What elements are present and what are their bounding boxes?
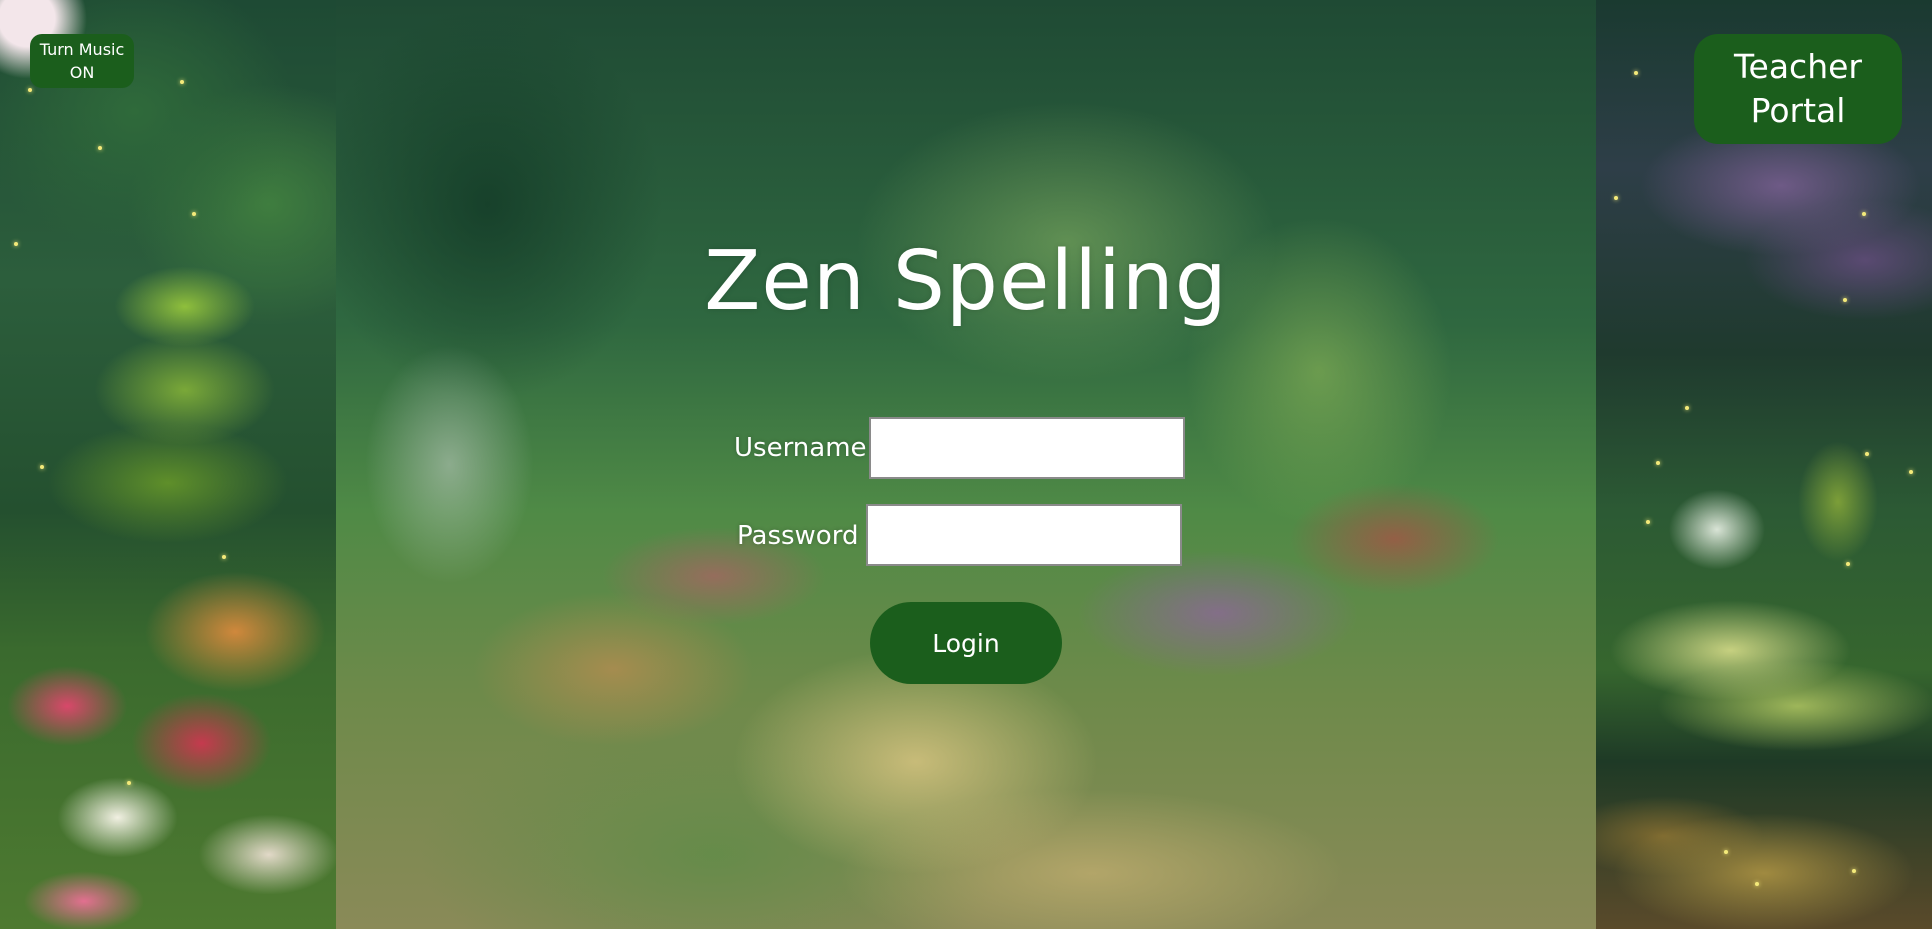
firefly [1862,212,1866,216]
firefly [1724,850,1728,854]
firefly [1843,298,1847,302]
firefly [222,555,226,559]
firefly [1646,520,1650,524]
firefly [1685,406,1689,410]
music-toggle-button[interactable]: Turn Music ON [30,34,134,88]
firefly [1846,562,1850,566]
firefly [28,88,32,92]
firefly [1656,461,1660,465]
password-input[interactable] [866,504,1182,566]
firefly [1614,196,1618,200]
username-label: Username [734,433,867,463]
firefly [98,146,102,150]
firefly [180,80,184,84]
firefly [1865,452,1869,456]
username-input[interactable] [869,417,1185,479]
teacher-portal-label-line1: Teacher [1733,47,1862,86]
login-screen: Turn Music ON Teacher Portal Zen Spellin… [0,0,1932,929]
music-toggle-label-line1: Turn Music [39,40,125,59]
page-title: Zen Spelling [704,234,1228,329]
firefly [1909,470,1913,474]
firefly [14,242,18,246]
firefly [40,465,44,469]
left-garden-painting [0,0,336,929]
teacher-portal-button[interactable]: Teacher Portal [1694,34,1902,144]
firefly [192,212,196,216]
firefly [1755,882,1759,886]
firefly [127,781,131,785]
password-label: Password [737,521,859,551]
teacher-portal-label-line2: Portal [1750,91,1846,130]
firefly [1852,869,1856,873]
firefly [1634,71,1638,75]
music-toggle-label-line2: ON [69,63,95,82]
login-button[interactable]: Login [870,602,1062,684]
